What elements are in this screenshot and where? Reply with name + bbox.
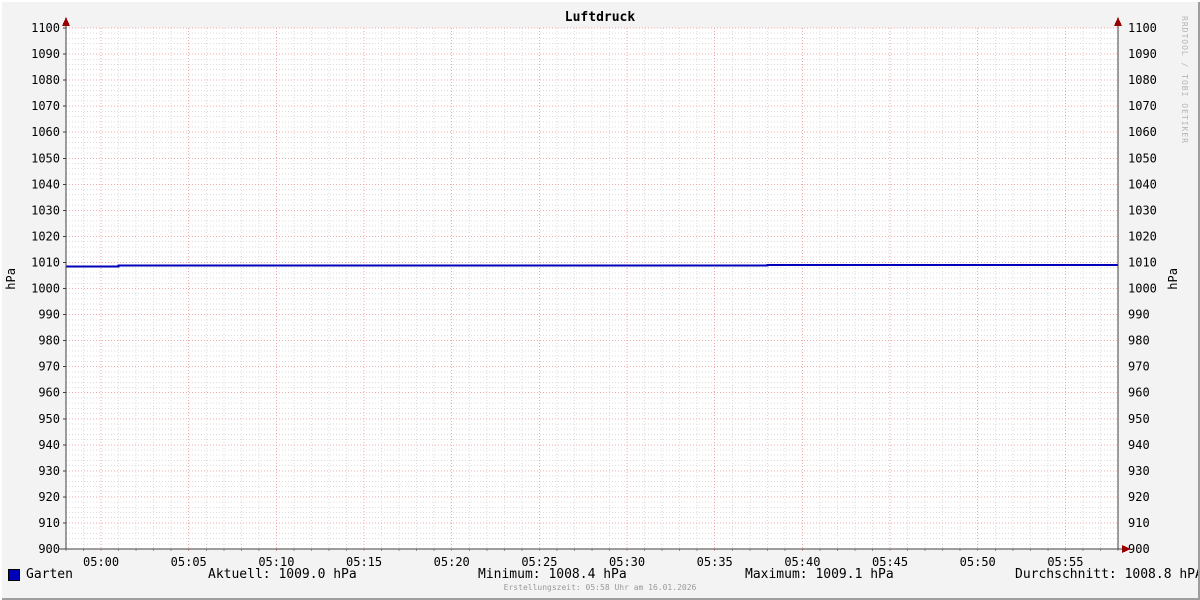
legend-color-swatch <box>8 569 20 581</box>
svg-text:900: 900 <box>38 542 60 556</box>
svg-text:990: 990 <box>1128 308 1150 322</box>
svg-text:960: 960 <box>1128 386 1150 400</box>
svg-text:910: 910 <box>1128 516 1150 530</box>
svg-text:930: 930 <box>1128 464 1150 478</box>
svg-text:920: 920 <box>38 490 60 504</box>
legend-series-label: Garten <box>26 567 73 582</box>
svg-text:1090: 1090 <box>1128 47 1157 61</box>
svg-text:1070: 1070 <box>1128 99 1157 113</box>
svg-text:1020: 1020 <box>31 229 60 243</box>
svg-text:1040: 1040 <box>1128 177 1157 191</box>
svg-text:1050: 1050 <box>1128 151 1157 165</box>
y-axis-label-left: hPa <box>4 268 18 290</box>
svg-text:910: 910 <box>38 516 60 530</box>
svg-text:1100: 1100 <box>31 21 60 35</box>
stat-aktuell: Aktuell: 1009.0 hPa <box>208 567 357 582</box>
svg-text:05:20: 05:20 <box>434 555 470 569</box>
svg-text:1000: 1000 <box>31 282 60 296</box>
svg-text:930: 930 <box>38 464 60 478</box>
svg-text:1070: 1070 <box>31 99 60 113</box>
svg-text:970: 970 <box>1128 360 1150 374</box>
svg-text:990: 990 <box>38 308 60 322</box>
stat-durchschnitt: Durchschnitt: 1008.8 hPA <box>1015 567 1200 582</box>
svg-text:05:35: 05:35 <box>697 555 733 569</box>
svg-text:1010: 1010 <box>1128 255 1157 269</box>
svg-text:980: 980 <box>38 334 60 348</box>
svg-text:980: 980 <box>1128 334 1150 348</box>
svg-text:1010: 1010 <box>31 255 60 269</box>
svg-text:1020: 1020 <box>1128 229 1157 243</box>
stat-maximum: Maximum: 1009.1 hPa <box>745 567 894 582</box>
svg-text:950: 950 <box>1128 412 1150 426</box>
svg-text:1050: 1050 <box>31 151 60 165</box>
svg-text:1000: 1000 <box>1128 282 1157 296</box>
svg-text:1060: 1060 <box>31 125 60 139</box>
creation-timestamp: Erstellungszeit: 05:58 Uhr am 16.01.2026 <box>503 583 697 592</box>
svg-text:05:50: 05:50 <box>960 555 996 569</box>
svg-text:1090: 1090 <box>31 47 60 61</box>
y-axis-label-right: hPa <box>1166 268 1180 290</box>
svg-text:1060: 1060 <box>1128 125 1157 139</box>
svg-text:1030: 1030 <box>31 203 60 217</box>
svg-text:05:00: 05:00 <box>83 555 119 569</box>
stat-minimum: Minimum: 1008.4 hPa <box>478 567 627 582</box>
svg-text:970: 970 <box>38 360 60 374</box>
rrdtool-graph: { "title": "Luftdruck", "watermark": "RR… <box>0 0 1200 600</box>
svg-text:1080: 1080 <box>1128 73 1157 87</box>
svg-text:950: 950 <box>38 412 60 426</box>
svg-text:920: 920 <box>1128 490 1150 504</box>
svg-text:940: 940 <box>1128 438 1150 452</box>
rrdtool-watermark: RRDTOOL / TOBI OETIKER <box>1180 16 1189 144</box>
svg-text:1080: 1080 <box>31 73 60 87</box>
svg-text:940: 940 <box>38 438 60 452</box>
svg-text:05:05: 05:05 <box>171 555 207 569</box>
svg-text:900: 900 <box>1128 542 1150 556</box>
pressure-chart-plot-area: 05:00 05:05 05:10 05:15 05:20 05:25 05:30 05:35… <box>31 17 1157 569</box>
svg-text:1040: 1040 <box>31 177 60 191</box>
svg-text:960: 960 <box>38 386 60 400</box>
svg-text:1030: 1030 <box>1128 203 1157 217</box>
svg-text:1100: 1100 <box>1128 21 1157 35</box>
